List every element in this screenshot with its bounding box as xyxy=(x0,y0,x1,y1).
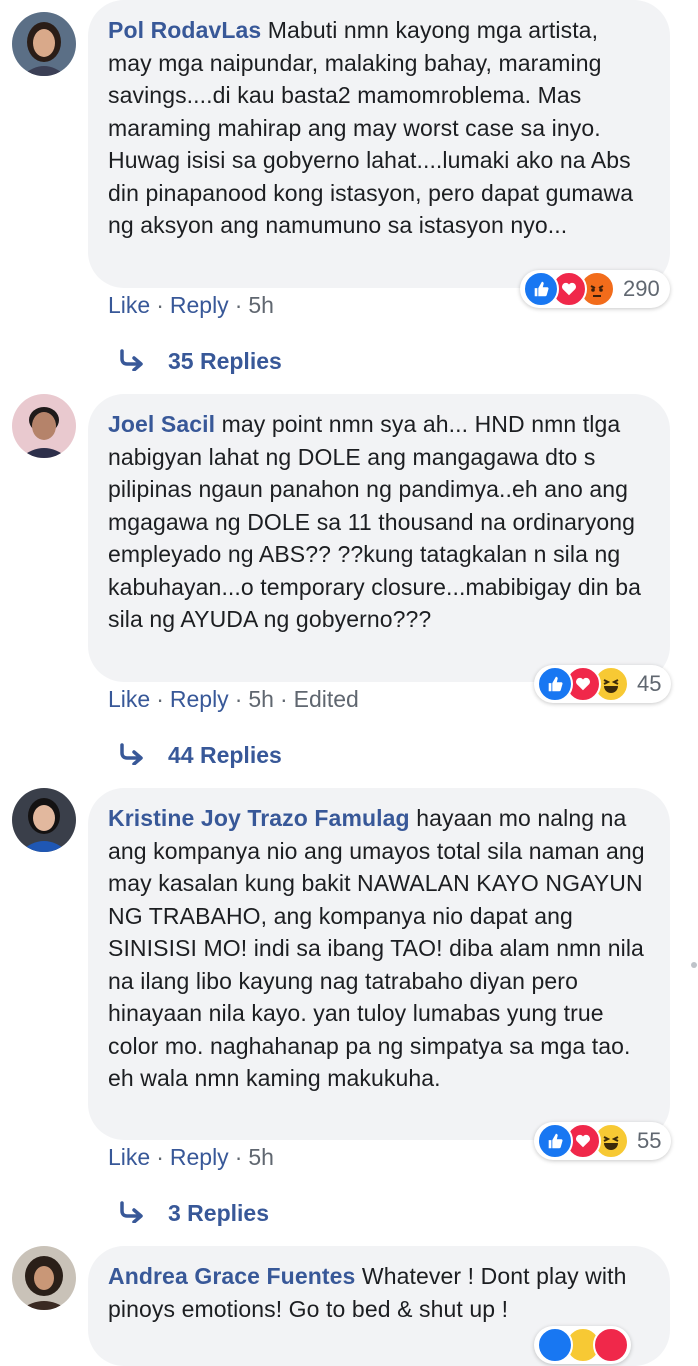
avatar[interactable] xyxy=(12,394,76,458)
view-replies-link[interactable]: 35 Replies xyxy=(118,348,282,377)
reply-link[interactable]: Reply xyxy=(170,1144,229,1170)
view-replies-link[interactable]: 3 Replies xyxy=(118,1200,269,1229)
comment-author[interactable]: Pol RodavLas xyxy=(108,17,261,43)
separator-dot: · xyxy=(156,1144,164,1170)
reaction-summary[interactable]: 55 xyxy=(534,1122,672,1160)
reply-arrow-icon xyxy=(118,1201,146,1229)
like-icon xyxy=(537,1327,573,1363)
view-replies-link[interactable]: 44 Replies xyxy=(118,742,282,771)
reaction-count: 290 xyxy=(623,276,660,301)
reaction-count: 45 xyxy=(637,671,662,696)
reaction-summary[interactable]: 290 xyxy=(520,270,670,308)
love-icon xyxy=(593,1327,629,1363)
replies-count[interactable]: 3 Replies xyxy=(168,1200,269,1226)
comment-author[interactable]: Kristine Joy Trazo Famulag xyxy=(108,805,410,831)
comment-bubble: Joel Sacil may point nmn sya ah... HND n… xyxy=(88,394,670,682)
reply-arrow-icon xyxy=(118,349,146,377)
avatar[interactable] xyxy=(12,788,76,852)
separator-dot: · xyxy=(279,686,288,712)
comment-text: hayaan mo nalng na ang kompanya nio ang … xyxy=(108,805,645,1091)
reaction-summary[interactable]: 45 xyxy=(534,665,672,703)
like-link[interactable]: Like xyxy=(108,1144,150,1170)
avatar[interactable] xyxy=(12,1246,76,1310)
replies-count[interactable]: 35 Replies xyxy=(168,348,282,374)
comment-bubble: Kristine Joy Trazo Famulag hayaan mo nal… xyxy=(88,788,670,1140)
comment-timestamp[interactable]: 5h xyxy=(248,292,274,318)
reaction-count: 55 xyxy=(637,1128,662,1153)
separator-dot: · xyxy=(234,292,243,318)
like-icon xyxy=(537,666,573,702)
comment-author[interactable]: Andrea Grace Fuentes xyxy=(108,1263,355,1289)
replies-count[interactable]: 44 Replies xyxy=(168,742,282,768)
separator-dot: · xyxy=(156,292,164,318)
like-icon xyxy=(537,1123,573,1159)
edited-label[interactable]: Edited xyxy=(294,686,359,712)
separator-dot: · xyxy=(156,686,164,712)
avatar[interactable] xyxy=(12,12,76,76)
comment-text: Mabuti nmn kayong mga artista, may mga n… xyxy=(108,17,634,238)
reply-arrow-icon xyxy=(118,743,146,771)
comment-timestamp[interactable]: 5h xyxy=(248,686,274,712)
comment-author[interactable]: Joel Sacil xyxy=(108,411,215,437)
separator-dot: · xyxy=(234,1144,243,1170)
like-link[interactable]: Like xyxy=(108,292,150,318)
comment-timestamp[interactable]: 5h xyxy=(248,1144,274,1170)
comment-actions: Like · Reply · 5h · Edited xyxy=(108,686,359,713)
like-link[interactable]: Like xyxy=(108,686,150,712)
comment-actions: Like · Reply · 5h xyxy=(108,1144,274,1171)
comment-text: may point nmn sya ah... HND nmn tlga nab… xyxy=(108,411,642,632)
scrollbar-indicator[interactable] xyxy=(691,962,697,968)
comment-bubble: Pol RodavLas Mabuti nmn kayong mga artis… xyxy=(88,0,670,288)
like-icon xyxy=(523,271,559,307)
reply-link[interactable]: Reply xyxy=(170,292,229,318)
reply-link[interactable]: Reply xyxy=(170,686,229,712)
comment-actions: Like · Reply · 5h xyxy=(108,292,274,319)
separator-dot: · xyxy=(234,686,243,712)
